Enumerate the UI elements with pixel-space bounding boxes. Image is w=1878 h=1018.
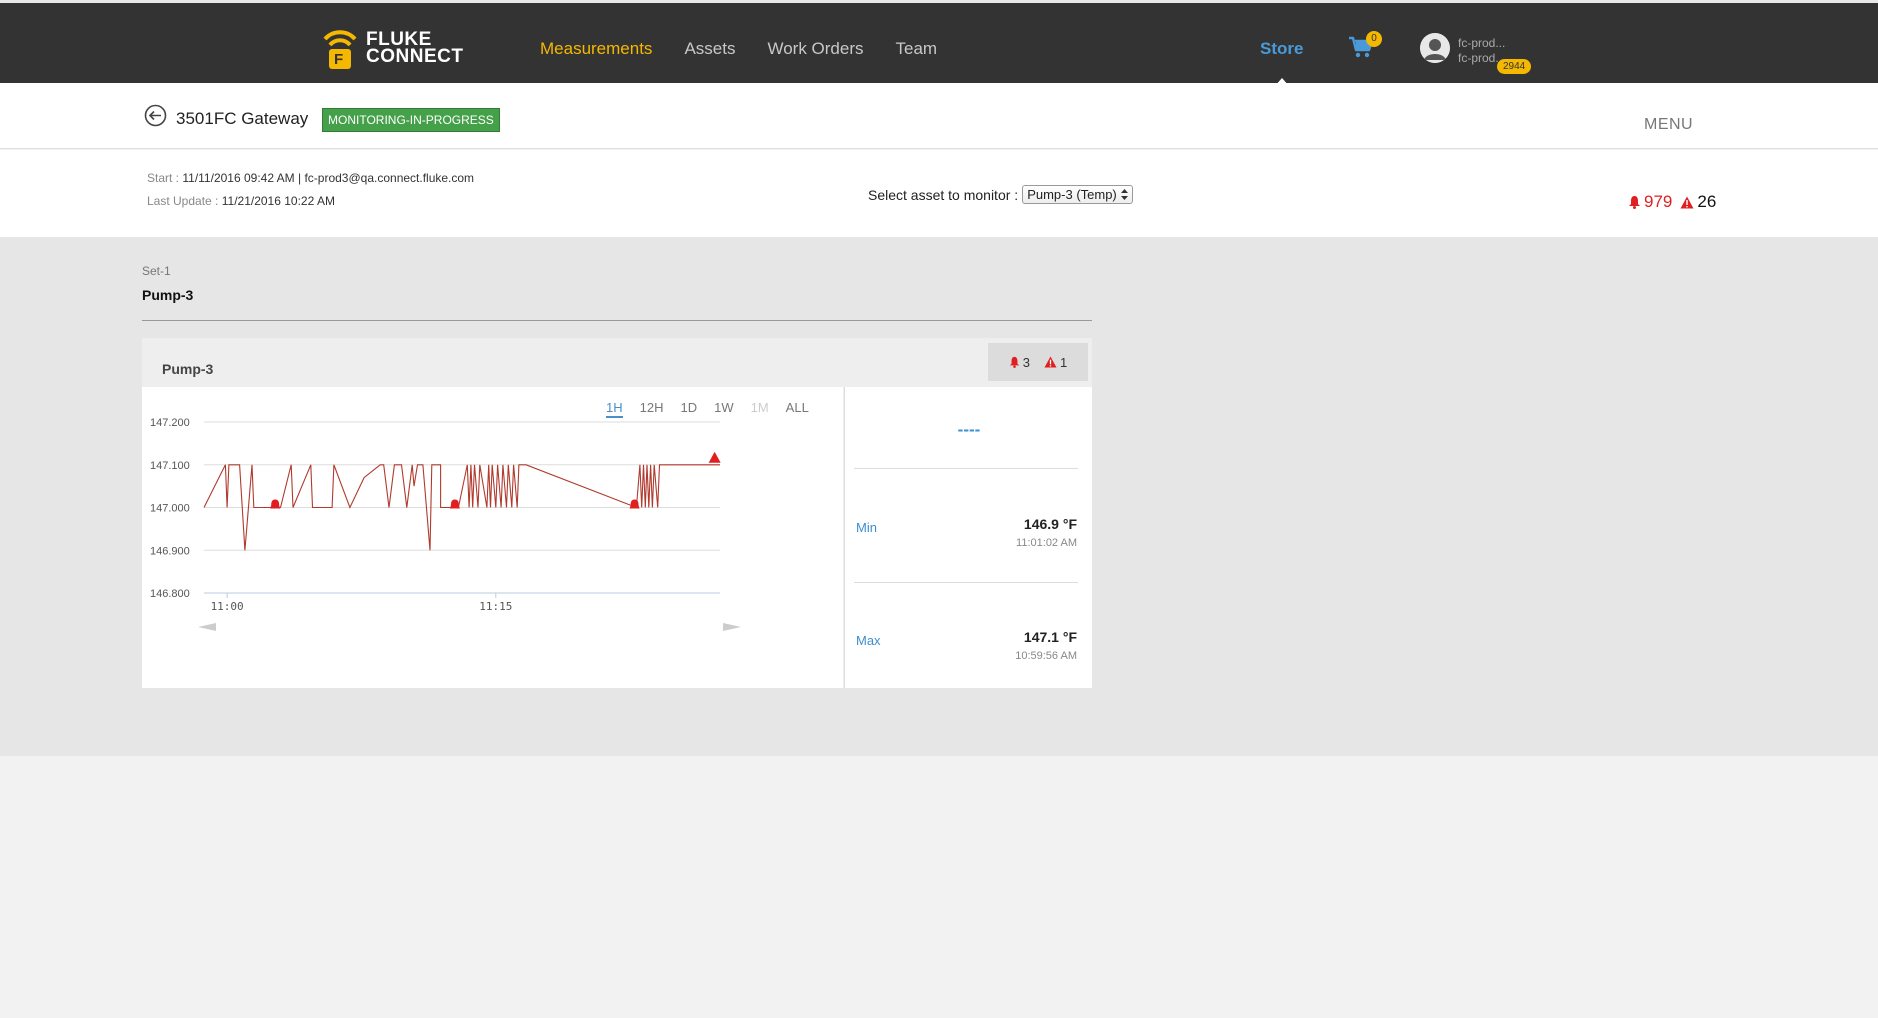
nav-assets[interactable]: Assets <box>684 39 735 59</box>
total-alert-counts: 979 26 <box>1628 192 1716 212</box>
last-update-label: Last Update : <box>147 194 219 208</box>
alarm-count: 979 <box>1644 192 1673 211</box>
stats-panel: ---- Min 146.9 °F 11:01:02 AM Max 147.1 … <box>844 387 1092 688</box>
alarm-marker-icon <box>629 499 640 509</box>
page-header: 3501FC Gateway MONITORING-IN-PROGRESS ME… <box>0 83 1878 149</box>
max-time: 10:59:56 AM <box>1015 650 1077 662</box>
logo-text: FLUKE CONNECT <box>366 30 464 67</box>
back-arrow-icon[interactable] <box>144 104 167 127</box>
asset-selector: Select asset to monitor : Pump-3 (Temp) <box>868 185 1133 204</box>
nav-team[interactable]: Team <box>896 39 938 59</box>
panel-divider <box>854 582 1078 583</box>
warning-triangle-icon <box>1680 196 1694 208</box>
logo-line-2: CONNECT <box>366 46 464 67</box>
x-tick-label: 11:00 <box>211 600 244 613</box>
min-value: 146.9 °F <box>1023 516 1077 532</box>
nav-work-orders[interactable]: Work Orders <box>767 39 863 59</box>
y-tick-label: 146.800 <box>150 588 190 600</box>
y-tick-label: 147.200 <box>150 417 190 429</box>
warning-triangle-icon <box>1044 356 1057 368</box>
max-label: Max <box>856 633 881 648</box>
asset-chart-card: Pump-3 3 1 1H 12H 1D 1W 1M ALL 147.200 1… <box>142 338 1092 688</box>
status-badge: MONITORING-IN-PROGRESS <box>322 108 500 132</box>
y-tick-label: 147.100 <box>150 460 190 472</box>
temperature-line-chart: 147.200 147.100 147.000 146.900 146.800 11:00… <box>150 417 741 631</box>
fluke-connect-logo[interactable]: F FLUKE CONNECT <box>322 23 463 73</box>
asset-select-value: Pump-3 (Temp) <box>1027 187 1117 202</box>
asset-select-label: Select asset to monitor : <box>868 186 1019 203</box>
scroll-right-icon <box>723 623 741 631</box>
chart-area: 1H 12H 1D 1W 1M ALL 147.200 147.100 147.00… <box>142 387 843 688</box>
page-footer-area <box>0 756 1878 1018</box>
y-tick-label: 146.900 <box>150 545 190 557</box>
last-update-info: Last Update : 11/21/2016 10:22 AM <box>147 194 335 208</box>
card-alert-counts[interactable]: 3 1 <box>988 343 1088 381</box>
card-alarm-count: 3 <box>1022 354 1030 370</box>
top-navbar: F FLUKE CONNECT Measurements Assets Work… <box>0 0 1878 86</box>
set-label: Set-1 <box>142 264 171 278</box>
main-nav: Measurements Assets Work Orders Team <box>540 39 969 59</box>
alarm-bell-icon <box>1629 196 1640 209</box>
asset-select-dropdown[interactable]: Pump-3 (Temp) <box>1022 185 1133 204</box>
alarm-marker-icon <box>270 499 281 509</box>
user-name-line-1: fc-prod... <box>1458 36 1506 50</box>
select-arrows-icon <box>1120 189 1128 200</box>
start-label: Start : <box>147 171 180 185</box>
min-time: 11:01:02 AM <box>1016 537 1077 549</box>
main-content: Set-1 Pump-3 Pump-3 3 1 1H 12H 1D 1W 1M … <box>0 237 1878 756</box>
set-divider <box>142 320 1092 321</box>
current-value: ---- <box>957 420 981 439</box>
user-points-badge: 2944 <box>1497 59 1532 74</box>
card-alarm-group: 3 <box>1009 355 1030 370</box>
card-title: Pump-3 <box>162 361 214 377</box>
max-value: 147.1 °F <box>1023 629 1077 645</box>
monitor-info-bar: Start : 11/11/2016 09:42 AM | fc-prod3@q… <box>0 150 1878 237</box>
menu-button[interactable]: MENU <box>1644 116 1693 134</box>
page-title: 3501FC Gateway <box>176 109 309 128</box>
last-update-value: 11/21/2016 10:22 AM <box>221 194 335 208</box>
min-label: Min <box>856 520 877 535</box>
set-title: Pump-3 <box>142 287 194 303</box>
start-value: 11/11/2016 09:42 AM | fc-prod3@qa.connec… <box>182 171 475 185</box>
warning-count: 26 <box>1697 192 1717 211</box>
card-warning-group: 1 <box>1044 355 1067 370</box>
user-avatar[interactable] <box>1420 33 1450 63</box>
y-tick-label: 147.000 <box>150 503 190 515</box>
logo-mark: F <box>334 51 344 68</box>
warning-marker-icon <box>708 451 721 463</box>
card-warning-count: 1 <box>1060 354 1068 370</box>
alarm-bell-icon <box>1009 356 1019 368</box>
alarm-marker-icon <box>449 499 460 509</box>
nav-measurements[interactable]: Measurements <box>540 39 652 59</box>
nav-store[interactable]: Store <box>1260 39 1303 59</box>
x-tick-label: 11:15 <box>479 600 512 613</box>
cart-count-badge: 0 <box>1366 31 1382 47</box>
user-silhouette-icon <box>1420 33 1450 63</box>
panel-divider <box>854 468 1078 469</box>
scroll-left-icon <box>198 623 216 631</box>
start-info: Start : 11/11/2016 09:42 AM | fc-prod3@q… <box>147 171 474 185</box>
